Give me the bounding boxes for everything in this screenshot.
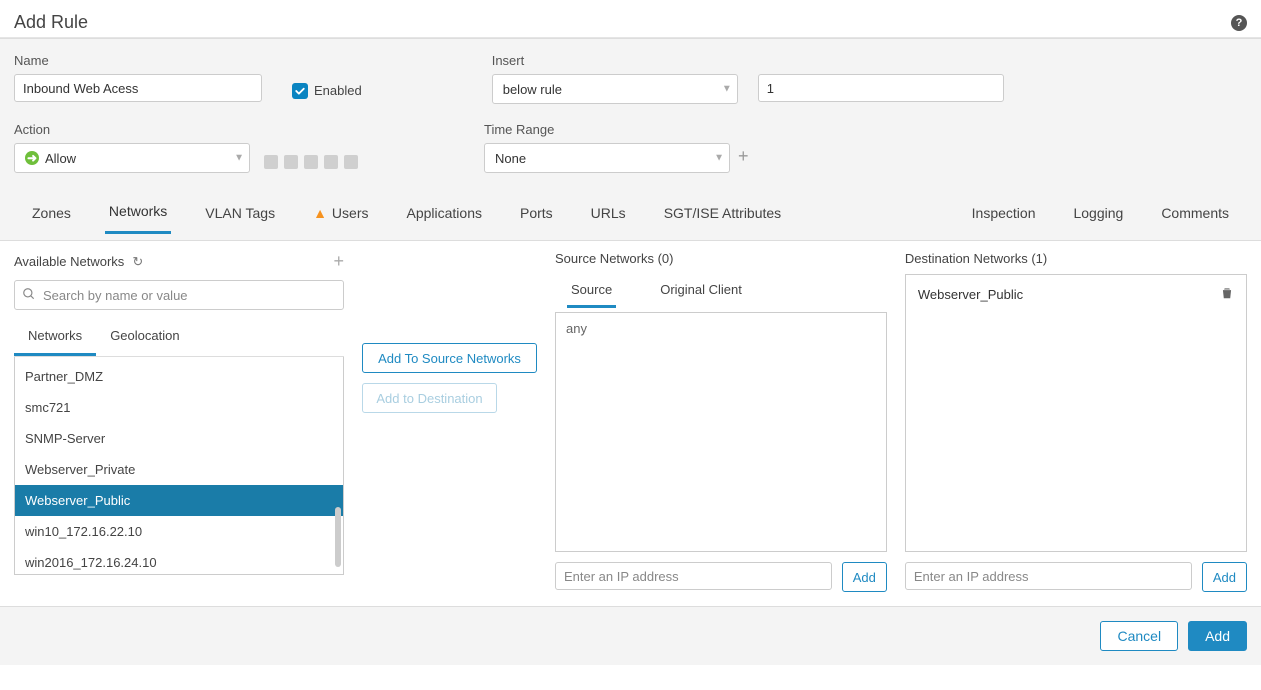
- action-value: Allow: [45, 151, 76, 166]
- insert-select[interactable]: below rule ▼: [492, 74, 738, 104]
- add-button[interactable]: Add: [1188, 621, 1247, 651]
- enabled-label: Enabled: [314, 83, 362, 98]
- list-item[interactable]: Webserver_Private: [15, 454, 343, 485]
- list-item[interactable]: SNMP-Server: [15, 423, 343, 454]
- user-icon: [304, 155, 318, 169]
- destination-item[interactable]: Webserver_Public: [906, 275, 1246, 314]
- shield-icon: [264, 155, 278, 169]
- help-icon[interactable]: ?: [1231, 15, 1247, 31]
- time-range-select[interactable]: None ▼: [484, 143, 730, 173]
- tab-label: SGT/ISE Attributes: [664, 205, 782, 221]
- tab-users[interactable]: ▲ Users: [309, 191, 372, 234]
- file-icon: [284, 155, 298, 169]
- list-item[interactable]: win10_172.16.22.10: [15, 516, 343, 547]
- search-icon: [22, 287, 36, 304]
- add-to-source-button[interactable]: Add To Source Networks: [362, 343, 537, 373]
- destination-item-label: Webserver_Public: [918, 287, 1023, 302]
- insert-number-input[interactable]: [758, 74, 1004, 102]
- tab-inspection[interactable]: Inspection: [968, 193, 1040, 233]
- list-item[interactable]: smc721: [15, 392, 343, 423]
- tab-label: Networks: [109, 203, 167, 219]
- destination-networks-box: Webserver_Public: [905, 274, 1247, 552]
- name-input[interactable]: [14, 74, 262, 102]
- list-item[interactable]: Webserver_Public: [15, 485, 343, 516]
- destination-add-button[interactable]: Add: [1202, 562, 1247, 592]
- scrollbar[interactable]: [335, 507, 341, 567]
- name-label: Name: [14, 53, 262, 68]
- destination-ip-input[interactable]: [905, 562, 1192, 590]
- image-icon: [324, 155, 338, 169]
- time-range-value: None: [495, 151, 526, 166]
- source-networks-box: any: [555, 312, 887, 552]
- page-title: Add Rule: [14, 12, 88, 33]
- chevron-down-icon: ▼: [234, 153, 244, 164]
- tab-label: Applications: [406, 205, 482, 221]
- tab-label: VLAN Tags: [205, 205, 275, 221]
- add-network-icon[interactable]: +: [333, 251, 344, 272]
- note-icon: [344, 155, 358, 169]
- destination-networks-title: Destination Networks (1): [905, 251, 1247, 266]
- time-range-label: Time Range: [484, 122, 756, 137]
- insert-label: Insert: [492, 53, 1004, 68]
- enabled-checkbox[interactable]: [292, 83, 308, 99]
- refresh-icon[interactable]: ↻: [132, 254, 143, 270]
- add-time-range-button[interactable]: +: [738, 143, 756, 173]
- tab-sgt-ise-attributes[interactable]: SGT/ISE Attributes: [660, 191, 786, 234]
- source-any-value: any: [566, 321, 587, 336]
- cancel-button[interactable]: Cancel: [1100, 621, 1178, 651]
- warning-icon: ▲: [313, 205, 327, 221]
- source-add-button[interactable]: Add: [842, 562, 887, 592]
- tab-applications[interactable]: Applications: [402, 191, 486, 234]
- action-select[interactable]: ➜ Allow ▼: [14, 143, 250, 173]
- tab-label: URLs: [591, 205, 626, 221]
- chevron-down-icon: ▼: [714, 153, 724, 164]
- source-networks-title: Source Networks (0): [555, 251, 887, 266]
- tab-ports[interactable]: Ports: [516, 191, 557, 234]
- trash-icon[interactable]: [1220, 285, 1234, 304]
- list-item[interactable]: win2016_172.16.24.10: [15, 547, 343, 575]
- add-to-destination-button: Add to Destination: [362, 383, 497, 413]
- source-ip-input[interactable]: [555, 562, 832, 590]
- source-tab-source[interactable]: Source: [567, 274, 616, 308]
- list-item[interactable]: Partner_DMZ: [15, 361, 343, 392]
- source-tab-original-client[interactable]: Original Client: [656, 274, 746, 308]
- allow-icon: ➜: [25, 151, 39, 165]
- search-input[interactable]: [14, 280, 344, 310]
- tab-label: Zones: [32, 205, 71, 221]
- tab-logging[interactable]: Logging: [1069, 193, 1127, 233]
- tab-zones[interactable]: Zones: [28, 191, 75, 234]
- tab-comments[interactable]: Comments: [1157, 193, 1233, 233]
- insert-select-value: below rule: [503, 82, 562, 97]
- subtab-geolocation[interactable]: Geolocation: [96, 320, 193, 356]
- tab-vlan-tags[interactable]: VLAN Tags: [201, 191, 279, 234]
- subtab-networks[interactable]: Networks: [14, 320, 96, 356]
- tab-label: Ports: [520, 205, 553, 221]
- tab-networks[interactable]: Networks: [105, 191, 171, 234]
- policy-icons: [264, 143, 358, 173]
- chevron-down-icon: ▼: [722, 84, 732, 95]
- tab-urls[interactable]: URLs: [587, 191, 630, 234]
- action-label: Action: [14, 122, 358, 137]
- tab-label: Users: [332, 205, 369, 221]
- available-networks-title: Available Networks: [14, 254, 124, 269]
